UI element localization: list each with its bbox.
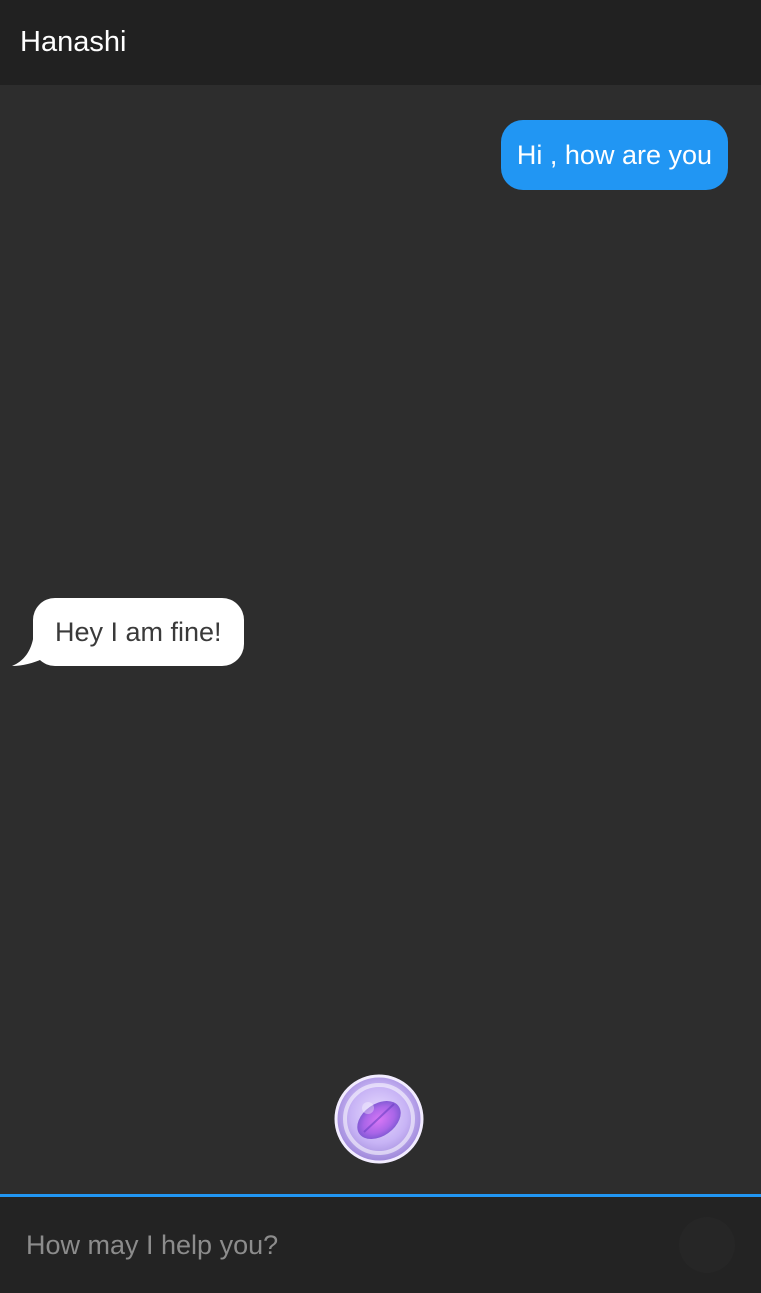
user-message-bubble: Hi , how are you (500, 120, 728, 190)
bot-message-text: Hey I am fine! (55, 616, 222, 647)
app-title: Hanashi (20, 26, 127, 58)
app-bar: Hanashi (0, 0, 761, 85)
bot-message-bubble: Hey I am fine! (33, 598, 244, 666)
input-bar (0, 1194, 761, 1293)
user-message-text: Hi , how are you (516, 139, 712, 170)
assistant-orb-icon[interactable] (334, 1074, 424, 1164)
send-button[interactable] (679, 1217, 735, 1273)
chat-area[interactable]: Hi , how are you Hey I am fine! (0, 85, 761, 1195)
message-input[interactable] (26, 1219, 666, 1271)
